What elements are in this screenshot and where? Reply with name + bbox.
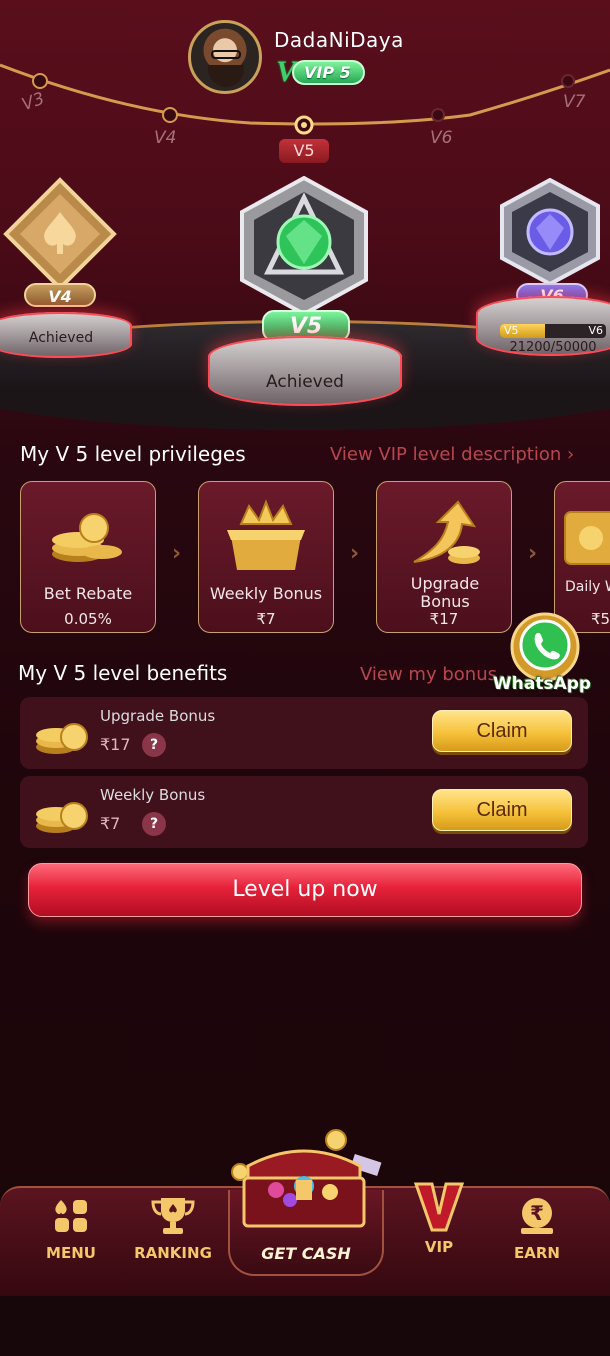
track-node-v4: [162, 107, 178, 123]
benefits-title: My V 5 level benefits: [18, 661, 228, 685]
crown-box-icon: [227, 499, 305, 570]
v4-level-pill: V4: [24, 283, 96, 307]
v6-progress: V5 V6 21200/50000: [500, 324, 606, 355]
nav-label: EARN: [514, 1244, 560, 1262]
vip-level-pill: VIP 5: [292, 59, 365, 85]
vip-level-badge: V VIP 5: [276, 57, 365, 87]
safe-icon: [564, 511, 610, 565]
privilege-name: Upgrade Bonus: [410, 574, 480, 611]
progress-text: 21200/50000: [509, 340, 597, 355]
track-node-v7: [561, 74, 575, 88]
track-label-current: V5: [279, 139, 329, 163]
nav-vip[interactable]: VIP: [394, 1180, 484, 1256]
privilege-value: 0.05%: [64, 610, 112, 628]
chevron-right-icon: ›: [566, 444, 575, 465]
coins-icon: [36, 802, 88, 833]
privilege-value: ₹17: [429, 610, 459, 628]
nav-label: GET CASH: [261, 1244, 351, 1263]
privilege-card-daily-wl[interactable]: Daily W L ₹5: [554, 481, 610, 633]
track-label-v4: V4: [154, 128, 177, 148]
track-node-v3: [32, 73, 48, 89]
system-nav-area: [0, 1296, 610, 1356]
benefit-amount: ₹17: [100, 735, 131, 754]
whatsapp-icon[interactable]: [510, 612, 580, 682]
privileges-title: My V 5 level privileges: [20, 442, 246, 466]
track-node-v6: [431, 108, 445, 122]
avatar[interactable]: [188, 20, 262, 94]
username: DadaNiDaya: [274, 28, 404, 52]
vip-v-icon: [413, 1182, 465, 1232]
benefit-row-upgrade: Upgrade Bonus ₹17 ? Claim: [20, 697, 588, 769]
progress-to-label: V6: [588, 324, 603, 337]
v4-status: Achieved: [28, 330, 94, 346]
privilege-card-upgrade-bonus[interactable]: Upgrade Bonus ₹17: [376, 481, 512, 633]
level-up-button[interactable]: Level up now: [28, 863, 582, 917]
chevron-right-icon: ›: [528, 541, 538, 566]
v4-badge-icon[interactable]: [2, 176, 118, 294]
view-vip-description-link[interactable]: View VIP level description ›: [330, 444, 574, 465]
privilege-name: Weekly Bonus: [209, 584, 323, 603]
nav-menu[interactable]: MENU: [26, 1196, 116, 1262]
coin-stack-icon: [52, 513, 122, 562]
privilege-card-weekly-bonus[interactable]: Weekly Bonus ₹7: [198, 481, 334, 633]
menu-grid-icon: [55, 1200, 87, 1232]
trophy-icon: [151, 1198, 195, 1234]
v5-status: Achieved: [266, 372, 344, 392]
v4-pedestal: Achieved: [0, 312, 132, 358]
privilege-card-bet-rebate[interactable]: Bet Rebate 0.05%: [20, 481, 156, 633]
nav-ranking[interactable]: RANKING: [128, 1196, 218, 1262]
chevron-right-icon: ›: [172, 541, 182, 566]
benefit-row-weekly: Weekly Bonus ₹7 ? Claim: [20, 776, 588, 848]
treasure-chest-icon[interactable]: [224, 1122, 384, 1232]
rupee-coin-icon: ₹: [521, 1198, 553, 1234]
nav-earn[interactable]: ₹ EARN: [492, 1196, 582, 1262]
nav-label: MENU: [46, 1244, 96, 1262]
track-label-v6: V6: [430, 128, 453, 148]
avatar-beard: [208, 65, 244, 87]
nav-label: RANKING: [134, 1244, 212, 1262]
benefit-name: Weekly Bonus: [100, 786, 206, 804]
benefit-name: Upgrade Bonus: [100, 707, 216, 725]
coins-icon: [36, 723, 88, 754]
progress-from-label: V5: [504, 324, 519, 337]
privilege-value: ₹7: [256, 610, 276, 628]
v6-badge-icon[interactable]: [498, 178, 602, 286]
v5-pedestal: Achieved: [208, 336, 402, 406]
benefit-amount: ₹7: [100, 814, 121, 833]
nav-label: VIP: [424, 1238, 454, 1256]
whatsapp-label[interactable]: WhatsApp: [493, 674, 591, 694]
chevron-right-icon: ›: [350, 541, 360, 566]
help-icon[interactable]: ?: [142, 733, 166, 757]
view-my-bonus-link[interactable]: View my bonus: [360, 664, 497, 685]
v5-badge-icon[interactable]: [236, 176, 372, 316]
privilege-name: Daily W L: [565, 579, 610, 595]
upgrade-arrow-icon: [413, 500, 480, 564]
avatar-glasses: [211, 50, 241, 59]
claim-button[interactable]: Claim: [432, 710, 572, 752]
privilege-name: Bet Rebate: [43, 584, 133, 603]
view-vip-description-text: View VIP level description: [330, 444, 562, 465]
vip-screen: V3 V4 V5 V6 V7 DadaNiDaya V VIP 5 V4 Ach…: [0, 0, 610, 1356]
svg-text:₹: ₹: [530, 1201, 544, 1225]
help-icon[interactable]: ?: [142, 812, 166, 836]
v6-progress-bar: V5 V6: [500, 324, 606, 338]
track-label-v7: V7: [563, 92, 586, 112]
claim-button[interactable]: Claim: [432, 789, 572, 831]
track-node-v5-core: [301, 122, 307, 128]
